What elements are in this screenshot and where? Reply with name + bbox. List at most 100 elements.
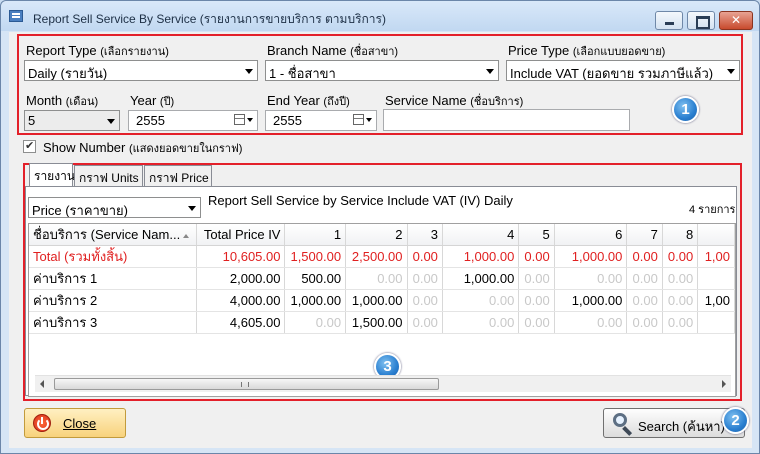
annotation-badge-1: 1 (672, 96, 699, 123)
value-cell: 0.00 (626, 245, 663, 268)
value-cell: 1,000.00 (345, 289, 408, 312)
column-header-day[interactable]: 2 (345, 224, 408, 246)
tab-report[interactable]: รายงาน (29, 163, 75, 186)
value-cell: 0.00 (626, 267, 663, 290)
column-header-day[interactable] (697, 224, 735, 246)
column-header-day[interactable]: 1 (284, 224, 347, 246)
month-label: Month (เดือน) (26, 93, 99, 108)
value-cell: 0.00 (518, 267, 555, 290)
tab-units-chart[interactable]: กราฟ Units (74, 165, 143, 186)
column-header-day[interactable]: 5 (518, 224, 555, 246)
value-cell: 4,000.00 (196, 289, 286, 312)
value-cell: 0.00 (554, 267, 628, 290)
branch-name-select[interactable]: 1 - ชื่อสาขา (265, 60, 499, 81)
close-button-label: Close (63, 416, 97, 431)
value-cell: 1,000.00 (554, 289, 628, 312)
table-row[interactable]: ค่าบริการ 2 4,000.00 1,000.00 1,000.00 0.00 0… (29, 289, 735, 312)
table-header-row: ชื่อบริการ (Service Nam... Total Price I… (29, 224, 735, 246)
annotation-badge-2: 2 (722, 407, 749, 434)
value-cell: 4,605.00 (196, 311, 286, 334)
value-cell: 0.00 (662, 245, 699, 268)
chevron-down-icon (486, 69, 494, 74)
minimize-button[interactable] (655, 11, 683, 30)
value-cell: 10,605.00 (196, 245, 286, 268)
value-cell: 0.00 (518, 311, 555, 334)
column-header-day[interactable]: 8 (662, 224, 699, 246)
price-type-label: Price Type (เลือกแบบยอดขาย) (508, 43, 666, 58)
value-cell: 0.00 (626, 311, 663, 334)
chevron-down-icon (245, 69, 253, 74)
column-header-total-price[interactable]: Total Price IV (196, 224, 286, 246)
power-icon (33, 414, 51, 432)
scroll-thumb[interactable] (54, 378, 439, 390)
window-close-button[interactable] (719, 11, 753, 30)
chevron-down-icon (107, 119, 115, 124)
value-cell: 2,000.00 (196, 267, 286, 290)
value-cell: 1,000.00 (442, 245, 520, 268)
close-button[interactable]: Close (24, 408, 126, 438)
report-tab-page: Price (ราคาขาย) Report Sell Service by S… (25, 186, 737, 397)
value-cell: 500.00 (284, 267, 347, 290)
price-type-select[interactable]: Include VAT (ยอดขาย รวมภาษีแล้ว) (506, 60, 740, 81)
value-cell: 0.00 (554, 311, 628, 334)
column-header-day[interactable]: 3 (407, 224, 443, 246)
service-name-input[interactable] (383, 109, 630, 131)
year-label: Year (ปี) (130, 93, 175, 108)
window-title: Report Sell Service By Service (รายงานกา… (33, 12, 386, 26)
total-row[interactable]: Total (รวมทั้งสิ้น) 10,605.00 1,500.00 2,50… (29, 245, 735, 268)
report-type-select[interactable]: Daily (รายวัน) (24, 60, 258, 81)
month-select[interactable]: 5 (24, 110, 120, 131)
service-name-cell: Total (รวมทั้งสิ้น) (29, 245, 198, 268)
service-name-cell: ค่าบริการ 2 (29, 289, 198, 312)
value-cell: 2,500.00 (345, 245, 408, 268)
client-area: Report Type (เลือกรายงาน) Daily (รายวัน)… (9, 32, 752, 448)
search-icon (613, 413, 635, 436)
chevron-down-icon (366, 118, 372, 122)
value-cell (697, 267, 735, 290)
table-row[interactable]: ค่าบริการ 1 2,000.00 500.00 0.00 0.00 1,000.0… (29, 267, 735, 290)
search-button-label: Search (ค้นหา) (638, 419, 725, 434)
chevron-down-icon (247, 118, 253, 122)
title-bar[interactable]: Report Sell Service By Service (รายงานกา… (1, 1, 759, 31)
column-header-day[interactable]: 4 (442, 224, 520, 246)
chevron-down-icon (188, 206, 196, 211)
report-heading: Report Sell Service by Service Include V… (208, 193, 513, 208)
column-header-service[interactable]: ชื่อบริการ (Service Nam... (29, 224, 198, 246)
service-name-cell: ค่าบริการ 1 (29, 267, 198, 290)
value-cell: 1,000.00 (284, 289, 347, 312)
table-row[interactable]: ค่าบริการ 3 4,605.00 0.00 1,500.00 0.00 0.00 0… (29, 311, 735, 334)
record-count: 4 รายการ (689, 204, 736, 216)
service-name-cell: ค่าบริการ 3 (29, 311, 198, 334)
year-date-picker[interactable]: 2555 (128, 110, 258, 131)
column-header-day[interactable]: 6 (554, 224, 628, 246)
end-year-label: End Year (ถึงปี) (267, 93, 350, 108)
value-cell: 0.00 (407, 245, 443, 268)
value-cell: 0.00 (518, 245, 555, 268)
horizontal-scrollbar[interactable] (35, 375, 731, 392)
scroll-right-icon[interactable] (722, 380, 726, 388)
value-cell: 0.00 (442, 311, 520, 334)
chevron-down-icon (727, 69, 735, 74)
value-cell: 1,00 (697, 245, 735, 268)
view-select[interactable]: Price (ราคาขาย) (28, 197, 201, 218)
value-cell: 0.00 (407, 311, 443, 334)
tab-price-chart[interactable]: กราฟ Price (144, 165, 212, 186)
maximize-button[interactable] (687, 11, 715, 30)
value-cell: 1,000.00 (442, 267, 520, 290)
end-year-date-picker[interactable]: 2555 (265, 110, 377, 131)
value-cell: 0.00 (284, 311, 347, 334)
value-cell: 0.00 (407, 289, 443, 312)
value-cell: 0.00 (442, 289, 520, 312)
show-number-checkbox[interactable] (23, 139, 36, 153)
value-cell: 0.00 (662, 267, 699, 290)
value-cell: 0.00 (626, 289, 663, 312)
value-cell: 0.00 (518, 289, 555, 312)
branch-name-label: Branch Name (ชื่อสาขา) (267, 43, 399, 58)
report-table: ชื่อบริการ (Service Nam... Total Price I… (29, 224, 735, 334)
value-cell: 1,500.00 (284, 245, 347, 268)
scroll-left-icon[interactable] (40, 380, 44, 388)
report-type-label: Report Type (เลือกรายงาน) (26, 43, 169, 58)
value-cell: 0.00 (662, 311, 699, 334)
column-header-day[interactable]: 7 (626, 224, 663, 246)
value-cell: 0.00 (345, 267, 408, 290)
